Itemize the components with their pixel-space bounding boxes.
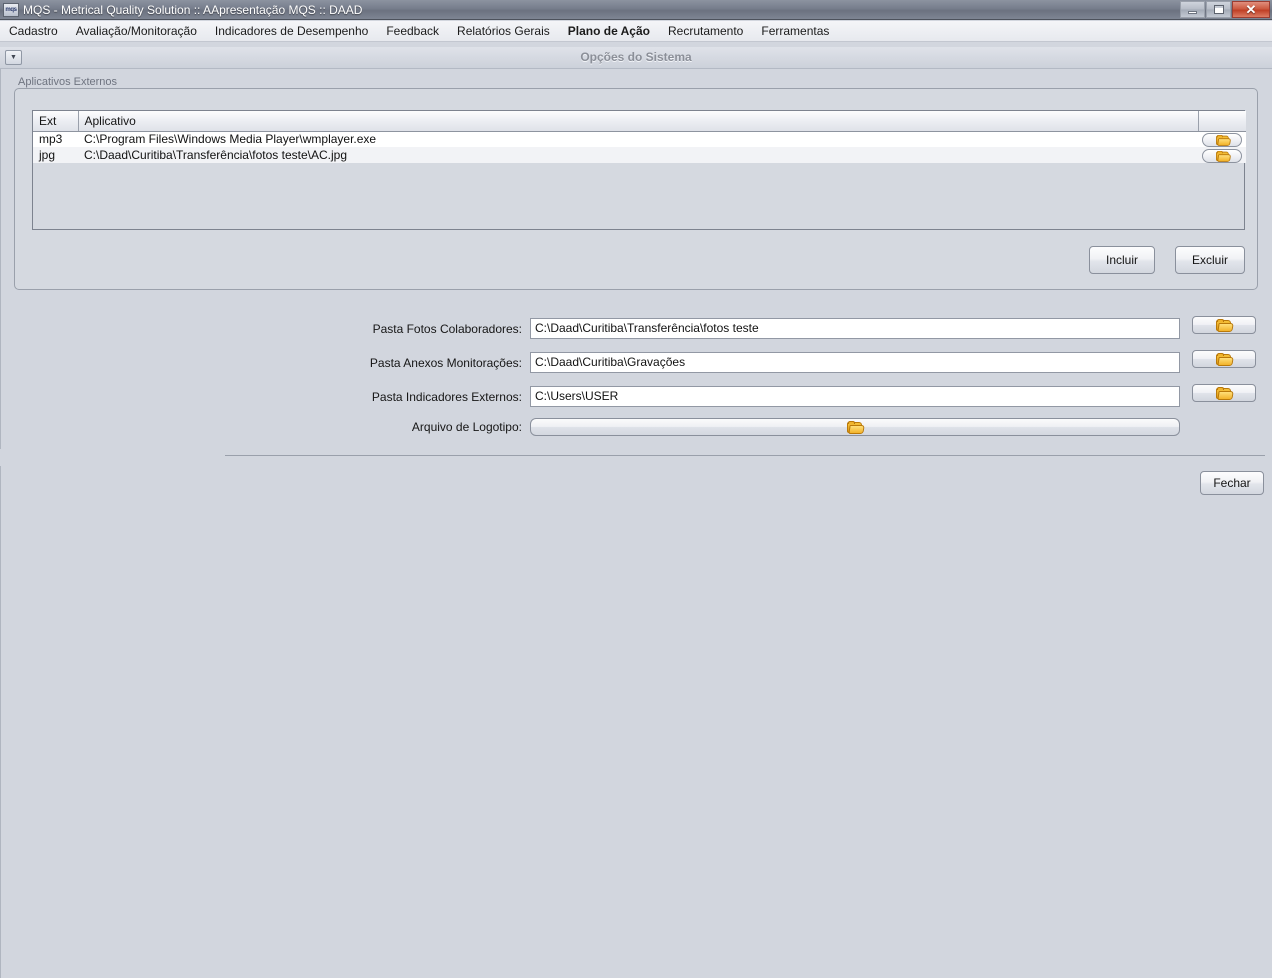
menu-item-cadastro[interactable]: Cadastro: [0, 22, 67, 40]
app-icon: mqs: [3, 2, 19, 17]
minimize-icon: [1188, 11, 1197, 14]
browse-button-arquivo-de-logotipo[interactable]: [530, 418, 1180, 436]
window-title: MQS - Metrical Quality Solution :: AApre…: [23, 2, 363, 17]
footer-divider: [225, 455, 1265, 456]
table-row[interactable]: mp3 C:\Program Files\Windows Media Playe…: [33, 131, 1246, 147]
window-left-border-bottom: [0, 466, 1, 978]
column-header-action[interactable]: [1198, 111, 1246, 132]
window-left-border-top: [0, 69, 1, 449]
folder-icon: [1216, 135, 1232, 147]
folder-icon: [1215, 386, 1234, 400]
menu-item-indicadores-de-desempenho[interactable]: Indicadores de Desempenho: [206, 22, 377, 40]
close-button[interactable]: ✕: [1232, 1, 1270, 18]
label-pasta-anexos-monitoracoes: Pasta Anexos Monitorações:: [369, 356, 522, 370]
browse-button-pasta-indicadores-externos[interactable]: [1192, 384, 1256, 402]
menu-item-relatorios-gerais[interactable]: Relatórios Gerais: [448, 22, 559, 40]
fechar-button[interactable]: Fechar: [1200, 471, 1264, 495]
input-pasta-fotos-colaboradores[interactable]: C:\Daad\Curitiba\Transferência\fotos tes…: [530, 318, 1180, 339]
cell-aplicativo: C:\Daad\Curitiba\Transferência\fotos tes…: [78, 147, 1198, 163]
excluir-button[interactable]: Excluir: [1175, 246, 1245, 274]
folder-icon: [1215, 318, 1234, 332]
maximize-icon: [1213, 5, 1224, 14]
folder-icon: [1215, 352, 1234, 366]
menu-item-ferramentas[interactable]: Ferramentas: [752, 22, 838, 40]
cell-browse: [1198, 147, 1246, 163]
maximize-button[interactable]: [1206, 1, 1231, 18]
table-row[interactable]: jpg C:\Daad\Curitiba\Transferência\fotos…: [33, 147, 1246, 163]
window-controls: ✕: [1179, 1, 1270, 18]
folder-icon: [1216, 150, 1232, 162]
table-header-row: Ext Aplicativo: [33, 111, 1246, 132]
row-browse-button[interactable]: [1202, 132, 1242, 147]
input-pasta-indicadores-externos[interactable]: C:\Users\USER: [530, 386, 1180, 407]
menu-item-plano-de-acao[interactable]: Plano de Ação: [559, 22, 659, 40]
label-pasta-indicadores-externos: Pasta Indicadores Externos:: [371, 390, 522, 404]
label-pasta-fotos-colaboradores: Pasta Fotos Colaboradores:: [372, 322, 522, 336]
frame-title: Opções do Sistema: [580, 50, 692, 64]
aplicativos-table[interactable]: Ext Aplicativo mp3 C:\Program Files\Wind…: [32, 110, 1246, 230]
incluir-button[interactable]: Incluir: [1089, 246, 1155, 274]
minimize-button[interactable]: [1180, 1, 1205, 18]
cell-aplicativo: C:\Program Files\Windows Media Player\wm…: [78, 131, 1198, 147]
browse-button-pasta-fotos-colaboradores[interactable]: [1192, 316, 1256, 334]
cell-ext: jpg: [33, 147, 78, 163]
menu-item-recrutamento[interactable]: Recrutamento: [659, 22, 752, 40]
label-arquivo-de-logotipo: Arquivo de Logotipo:: [411, 420, 522, 434]
cell-browse: [1198, 131, 1246, 147]
input-pasta-anexos-monitoracoes[interactable]: C:\Daad\Curitiba\Gravações: [530, 352, 1180, 373]
cell-ext: mp3: [33, 131, 78, 147]
row-browse-button[interactable]: [1202, 148, 1242, 163]
window-titlebar: mqs MQS - Metrical Quality Solution :: A…: [0, 0, 1272, 20]
column-header-ext[interactable]: Ext: [33, 111, 79, 132]
group-label-aplicativos-externos: Aplicativos Externos: [18, 76, 118, 88]
menu-item-feedback[interactable]: Feedback: [377, 22, 448, 40]
menubar: Cadastro Avaliação/Monitoração Indicador…: [0, 21, 1272, 42]
column-header-aplicativo[interactable]: Aplicativo: [78, 111, 1199, 132]
internal-frame-header: ▼ Opções do Sistema: [0, 47, 1272, 69]
folder-icon: [846, 420, 865, 434]
browse-button-pasta-anexos-monitoracoes[interactable]: [1192, 350, 1256, 368]
menu-item-avaliacao-monitoracao[interactable]: Avaliação/Monitoração: [67, 22, 206, 40]
